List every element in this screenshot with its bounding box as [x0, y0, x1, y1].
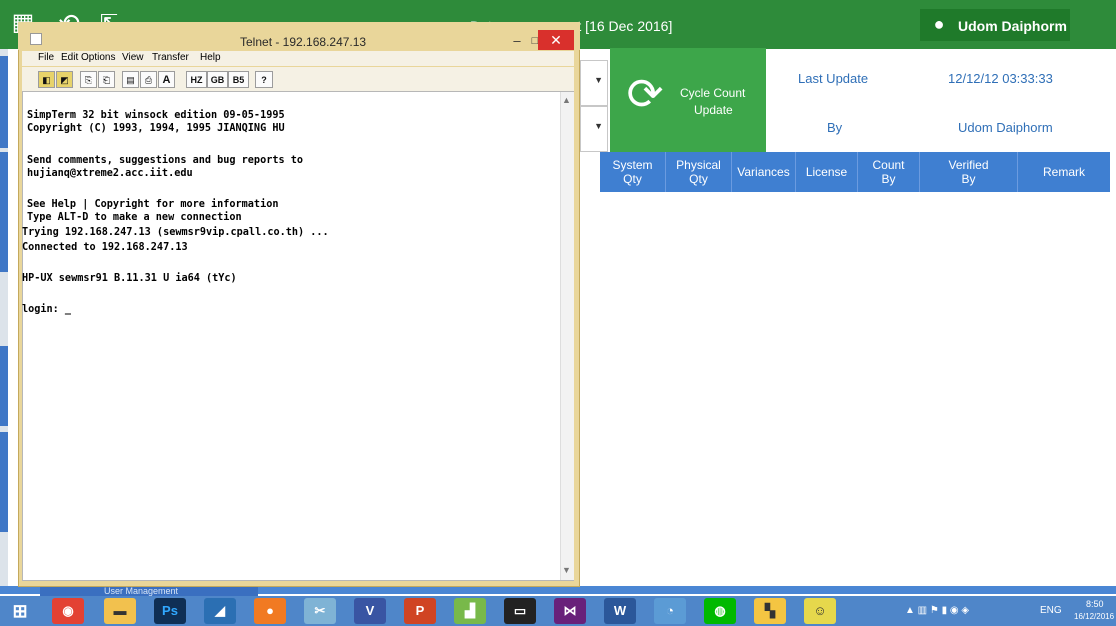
font-button[interactable]: A — [158, 71, 175, 88]
scroll-up-arrow[interactable]: ▲ — [561, 95, 572, 107]
copy-icon[interactable]: ⎘ — [80, 71, 97, 88]
start-icon[interactable]: ⊞ — [4, 598, 36, 624]
menu-transfer[interactable]: Transfer — [152, 52, 189, 63]
terminal-line: Send comments, suggestions and bug repor… — [27, 155, 304, 166]
column-header[interactable]: Verified By — [920, 152, 1018, 192]
column-header-text: Remark — [1042, 165, 1085, 179]
tray-icons[interactable]: ▲ ▥ ⚑ ▮ ◉ ◈ — [905, 605, 969, 616]
column-header[interactable]: System Qty — [600, 152, 666, 192]
file-explorer-icon[interactable]: ▬ — [104, 598, 136, 624]
sync-icon: ⟳ — [626, 70, 664, 119]
column-header[interactable]: Remark — [1018, 152, 1110, 192]
connect-icon[interactable]: ◧ — [38, 71, 55, 88]
terminal-scrollbar[interactable] — [560, 92, 574, 580]
disconnect-icon[interactable]: ◩ — [56, 71, 73, 88]
paint-tool-icon[interactable]: ✂ — [304, 598, 336, 624]
rail-segment[interactable] — [0, 346, 8, 426]
gb-button[interactable]: GB — [207, 71, 228, 88]
properties-icon[interactable]: ▤ — [122, 71, 139, 88]
chevron-down-icon: ▼ — [594, 75, 603, 85]
paint-icon[interactable]: ◔ — [654, 598, 686, 624]
column-header-text: System — [612, 158, 653, 172]
paste-icon[interactable]: ⎗ — [98, 71, 115, 88]
column-header[interactable]: Physical Qty — [666, 152, 732, 192]
updated-by-label: By — [827, 120, 843, 135]
updated-by-value: Udom Daiphorm — [958, 120, 1053, 135]
telnet-app-icon[interactable] — [30, 33, 42, 45]
rail-segment[interactable] — [0, 432, 8, 532]
column-header-text: Physical — [676, 158, 721, 172]
app-icon[interactable]: ◢ — [204, 598, 236, 624]
rail-segment[interactable] — [0, 56, 8, 148]
orange-app-icon[interactable]: ● — [254, 598, 286, 624]
menu-file[interactable]: File — [38, 52, 54, 63]
user-management-label: User Management — [104, 586, 179, 596]
b5-button[interactable]: B5 — [228, 71, 249, 88]
user-name: Udom Daiphorm — [958, 18, 1067, 34]
column-header-text: Qty — [689, 172, 708, 186]
close-button[interactable]: ✕ — [538, 30, 574, 50]
terminal-line: Copyright (C) 1993, 1994, 1995 JIANQING … — [27, 123, 285, 134]
clock-time[interactable]: 8:50 — [1086, 599, 1104, 609]
column-header[interactable]: License — [796, 152, 858, 192]
filter-dropdown[interactable]: ▼ — [580, 106, 608, 152]
column-header-text: Count — [872, 158, 905, 172]
close-icon: ✕ — [550, 32, 562, 48]
menu-view[interactable]: View — [122, 52, 144, 63]
column-header-text: Variances — [737, 165, 790, 179]
scroll-down-arrow[interactable]: ▼ — [561, 565, 572, 577]
cycle-button-label: Cycle Count — [680, 86, 746, 100]
user-icon: ● — [933, 14, 945, 34]
column-header-text: By — [881, 172, 896, 186]
terminal-line: hujianq@xtreme2.acc.iit.edu — [27, 168, 193, 179]
chevron-down-icon: ▼ — [594, 121, 603, 131]
word-icon[interactable]: W — [604, 598, 636, 624]
terminal-line: Type ALT-D to make a new connection — [27, 212, 242, 223]
menu-help[interactable]: Help — [200, 52, 221, 63]
visual-studio-icon[interactable]: ⋈ — [554, 598, 586, 624]
terminal-line: See Help | Copyright for more informatio… — [27, 199, 279, 210]
telnet-title: Telnet - 192.168.247.13 — [240, 35, 367, 49]
column-header-text: License — [805, 165, 848, 179]
language-indicator[interactable]: ENG — [1040, 605, 1062, 616]
help-button[interactable]: ? — [255, 71, 273, 88]
column-header-text: Qty — [623, 172, 642, 186]
column-header-text: By — [961, 172, 976, 186]
terminal-line: SimpTerm 32 bit winsock edition 09-05-19… — [27, 110, 285, 121]
column-header[interactable]: Count By — [858, 152, 920, 192]
chrome-icon[interactable]: ◉ — [52, 598, 84, 624]
menu-options[interactable]: Options — [81, 52, 115, 63]
last-update-label: Last Update — [798, 71, 869, 86]
menu-edit[interactable]: Edit — [61, 52, 78, 63]
last-update-value: 12/12/12 03:33:33 — [948, 71, 1053, 86]
cycle-button-label: Update — [694, 103, 733, 117]
printer-icon[interactable]: ⎙ — [140, 71, 157, 88]
terminal-line: Connected to 192.168.247.13 — [22, 242, 188, 253]
terminal-prompt: login: _ — [22, 304, 72, 315]
column-header-text: Verified — [948, 158, 989, 172]
column-header[interactable]: Variances — [732, 152, 796, 192]
photoshop-icon[interactable]: Ps — [154, 598, 186, 624]
hz-button[interactable]: HZ — [186, 71, 207, 88]
powerpoint-icon[interactable]: P — [404, 598, 436, 624]
clock-date[interactable]: 16/12/2016 — [1074, 612, 1114, 621]
visio-icon[interactable]: V — [354, 598, 386, 624]
chart-app-icon[interactable]: ▟ — [454, 598, 486, 624]
game-icon[interactable]: ☺ — [804, 598, 836, 624]
terminal-line: HP-UX sewmsr91 B.11.31 U ia64 (tYc) — [22, 273, 237, 284]
line-icon[interactable]: ◍ — [704, 598, 736, 624]
windows-explorer-icon[interactable]: ▚ — [754, 598, 786, 624]
minimize-button[interactable]: – — [507, 33, 527, 49]
terminal-line: Trying 192.168.247.13 (sewmsr9vip.cpall.… — [22, 227, 329, 238]
rail-segment[interactable] — [0, 152, 8, 272]
filter-dropdown[interactable]: ▼ — [580, 60, 608, 106]
cmd-icon[interactable]: ▭ — [504, 598, 536, 624]
